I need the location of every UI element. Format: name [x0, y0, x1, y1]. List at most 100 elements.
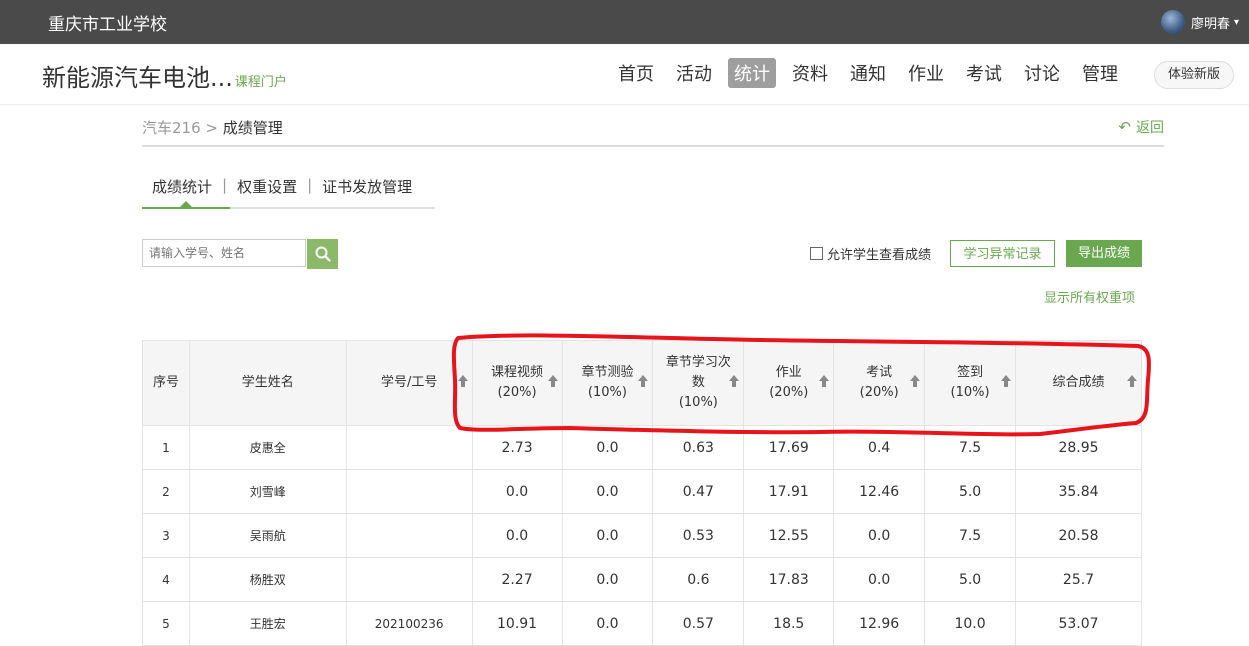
nav-item-1[interactable]: 活动: [670, 58, 718, 88]
sort-arrow-icon[interactable]: [457, 375, 468, 387]
table-cell: 0.0: [561, 601, 654, 646]
avatar[interactable]: [1160, 10, 1185, 34]
course-nav: 首页 活动 统计 资料 通知 作业 考试 讨论 管理: [612, 58, 1134, 88]
course-name[interactable]: 新能源汽车电池...: [42, 64, 233, 92]
table-row: 5 王胜宏 202100236 10.91 0.0 0.57 18.5 12.96 10.0 53…: [142, 601, 1142, 646]
table-cell: 0.57: [652, 601, 745, 646]
export-grades-button[interactable]: 导出成绩: [1066, 240, 1142, 267]
column-header-text: 学生姓名: [241, 375, 294, 390]
course-portal-link[interactable]: 课程门户: [235, 75, 287, 90]
nav-item-8[interactable]: 管理: [1076, 58, 1124, 88]
table-cell: [345, 469, 473, 514]
column-header-2[interactable]: 学号/工号: [345, 340, 473, 426]
table-row: 2 刘雪峰 0.0 0.0 0.47 17.91 12.46 5.0 35.84: [142, 469, 1142, 514]
abnormal-records-button[interactable]: 学习异常记录: [950, 240, 1055, 267]
column-header-5[interactable]: 章节学习次数 (10%): [652, 340, 745, 426]
nav-item-6[interactable]: 考试: [960, 58, 1008, 88]
table-cell: 12.46: [833, 469, 926, 514]
course-title: 新能源汽车电池... 课程门户: [42, 58, 287, 93]
table-cell: 0.53: [652, 513, 745, 558]
nav-item-7[interactable]: 讨论: [1018, 58, 1066, 88]
nav-item-0[interactable]: 首页: [612, 58, 660, 88]
table-cell: 18.5: [743, 601, 835, 646]
sort-arrow-icon[interactable]: [1127, 375, 1137, 387]
school-name[interactable]: 重庆市工业学校: [48, 10, 167, 35]
sort-arrow-icon[interactable]: [910, 375, 921, 387]
column-header-6[interactable]: 作业 (20%): [743, 340, 835, 426]
back-label[interactable]: 返回: [1136, 117, 1164, 137]
column-header-text: (20%): [497, 385, 537, 400]
nav-item-4[interactable]: 通知: [844, 58, 892, 88]
sort-arrow-icon[interactable]: [819, 375, 830, 387]
table-cell: 12.55: [743, 513, 835, 558]
tab-certificate-management[interactable]: 证书发放管理: [312, 176, 422, 197]
back-link[interactable]: ↶ 返回: [1118, 117, 1164, 137]
top-bar: 重庆市工业学校 廖明春 ▾: [0, 0, 1249, 44]
tab-grade-stats[interactable]: 成绩统计: [142, 176, 222, 197]
table-cell: 0.4: [833, 425, 926, 470]
table-cell: 0.0: [561, 425, 654, 470]
chevron-down-icon[interactable]: ▾: [1234, 17, 1239, 28]
table-cell: 7.5: [924, 513, 1017, 558]
tab-weight-settings[interactable]: 权重设置: [227, 176, 307, 197]
table-cell: 0.0: [561, 557, 654, 602]
back-arrow-icon[interactable]: ↶: [1118, 118, 1131, 136]
table-cell: 1: [142, 425, 190, 470]
table-cell: 0.0: [561, 513, 654, 558]
table-cell: 0.0: [833, 513, 926, 558]
column-header-text: (20%): [769, 385, 809, 400]
table-cell: 28.95: [1015, 425, 1142, 470]
search-button[interactable]: [307, 239, 338, 269]
column-header-1: 学生姓名: [188, 340, 347, 426]
breadcrumb-current: 成绩管理: [222, 119, 283, 137]
allow-label[interactable]: 允许学生查看成绩: [827, 244, 931, 263]
table-cell: 王胜宏: [188, 601, 347, 646]
table-cell: 吴雨航: [188, 513, 347, 558]
column-header-text: 章节学习次: [665, 355, 731, 370]
column-header-4[interactable]: 章节测验 (10%): [561, 340, 654, 426]
column-header-8[interactable]: 签到 (10%): [924, 340, 1017, 426]
column-header-3[interactable]: 课程视频 (20%): [471, 340, 563, 426]
allow-students-view[interactable]: 允许学生查看成绩: [810, 244, 931, 263]
table-cell: 0.0: [833, 557, 926, 602]
nav-item-3[interactable]: 资料: [786, 58, 834, 88]
table-cell: 3: [142, 513, 190, 558]
table-cell: 0.0: [471, 513, 563, 558]
sort-arrow-icon[interactable]: [547, 375, 558, 387]
table-cell: [345, 557, 473, 602]
table-row: 4 杨胜双 2.27 0.0 0.6 17.83 0.0 5.0 25.7: [142, 557, 1142, 602]
table-cell: 杨胜双: [188, 557, 347, 602]
search-input[interactable]: [142, 239, 306, 267]
allow-checkbox[interactable]: [810, 247, 823, 260]
user-name[interactable]: 廖明春: [1191, 13, 1230, 32]
breadcrumb-class[interactable]: 汽车216: [142, 119, 201, 137]
table-cell: 12.96: [833, 601, 926, 646]
sort-arrow-icon[interactable]: [729, 375, 740, 387]
breadcrumb: 汽车216 > 成绩管理: [142, 117, 283, 138]
nav-item-2[interactable]: 统计: [728, 58, 776, 88]
column-header-9[interactable]: 综合成绩: [1015, 340, 1142, 426]
show-all-weights-link[interactable]: 显示所有权重项: [1044, 287, 1135, 306]
table-cell: 17.69: [743, 425, 835, 470]
user-menu[interactable]: 廖明春 ▾: [1160, 10, 1239, 34]
nav-item-5[interactable]: 作业: [902, 58, 950, 88]
search-icon[interactable]: [315, 246, 331, 262]
grades-table: 序号 学生姓名 学号/工号 课程视频 (20%) 章节测验 (10%) 章节学习次数 (10%)…: [142, 340, 1142, 646]
table-cell: 刘雪峰: [188, 469, 347, 514]
table-cell: 0.63: [652, 425, 745, 470]
sort-arrow-icon[interactable]: [638, 375, 649, 387]
column-header-text: (10%): [950, 385, 990, 400]
table-cell: 17.91: [743, 469, 835, 514]
table-cell: 4: [142, 557, 190, 602]
sort-arrow-icon[interactable]: [1001, 375, 1012, 387]
breadcrumb-divider: [142, 145, 1164, 147]
new-version-button[interactable]: 体验新版: [1154, 61, 1234, 89]
column-header-7[interactable]: 考试 (20%): [833, 340, 926, 426]
sub-tabs: 成绩统计 | 权重设置 | 证书发放管理: [142, 176, 422, 197]
table-cell: 17.83: [743, 557, 835, 602]
table-cell: 25.7: [1015, 557, 1142, 602]
column-header-text: 序号: [152, 375, 179, 390]
table-cell: 53.07: [1015, 601, 1142, 646]
table-header-row: 序号 学生姓名 学号/工号 课程视频 (20%) 章节测验 (10%) 章节学习次数 (10%)…: [142, 340, 1142, 426]
breadcrumb-separator: >: [205, 119, 218, 137]
